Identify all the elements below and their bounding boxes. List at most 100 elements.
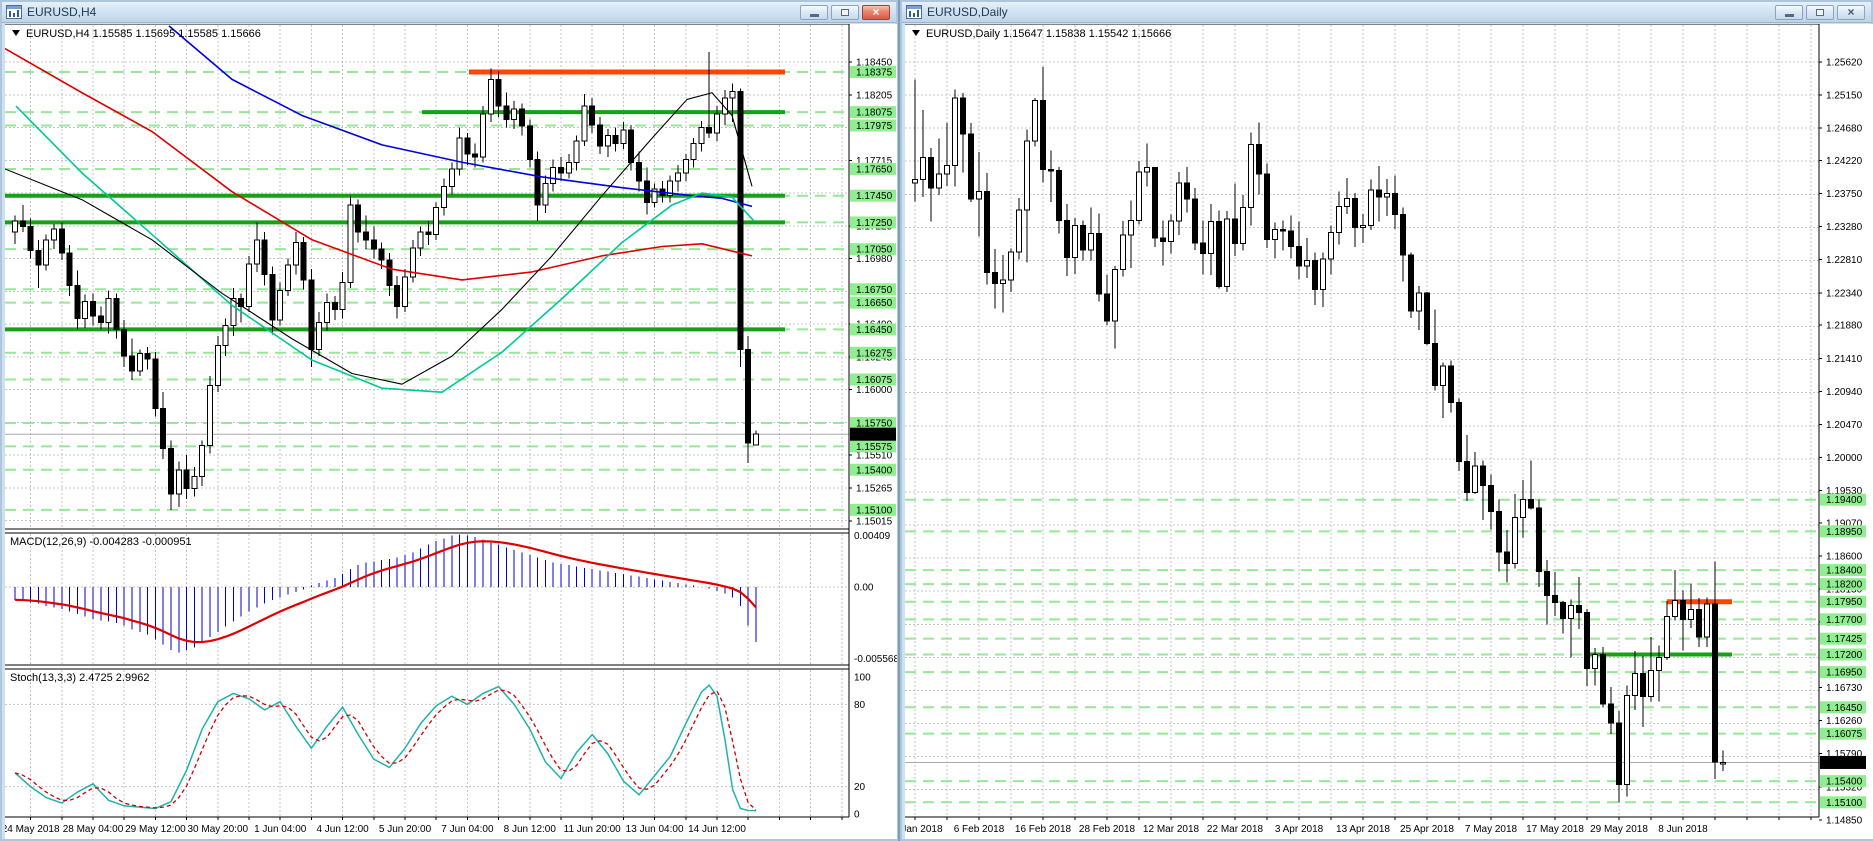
level-price-label: 1.15100 <box>1826 798 1863 809</box>
time-label: 12 Mar 2018 <box>1143 824 1200 835</box>
level-price-label: 1.16750 <box>856 285 893 296</box>
chart-window-icon <box>906 5 922 19</box>
price-label: 1.24680 <box>1826 124 1863 135</box>
time-label: 22 Mar 2018 <box>1207 824 1264 835</box>
price-label: 1.20940 <box>1826 387 1863 398</box>
legend-ohlc: EURUSD,H4 1.15585 1.15695 1.15585 1.1566… <box>26 28 261 40</box>
time-label: 7 Jun 04:00 <box>441 824 494 835</box>
price-label: 1.22810 <box>1826 255 1863 266</box>
time-label: 4 Jun 12:00 <box>316 824 369 835</box>
level-price-label: 1.18200 <box>1826 580 1863 591</box>
level-price-label: 1.18400 <box>1826 566 1863 577</box>
price-label: 1.20000 <box>1826 453 1863 464</box>
chart-window-daily: EURUSD,Daily × 1.25620 1.25150 1.24680 1.24… <box>899 0 1873 841</box>
svg-text:0.00: 0.00 <box>854 583 874 594</box>
level-price-label: 1.16450 <box>1826 703 1863 714</box>
price-label: 1.16730 <box>1826 683 1863 694</box>
level-price-label: 1.16075 <box>1826 729 1863 740</box>
level-price-label: 1.17700 <box>1826 615 1863 626</box>
time-label: 24 May 2018 <box>5 824 60 835</box>
price-label: 1.16000 <box>856 385 893 396</box>
close-button[interactable]: × <box>1837 4 1865 20</box>
time-label: 29 May 12:00 <box>125 824 186 835</box>
time-label: 6 Feb 2018 <box>954 824 1005 835</box>
current-price-tag: 1.15666 <box>1826 758 1863 769</box>
level-price-label: 1.17250 <box>856 218 893 229</box>
minimize-icon <box>1784 13 1794 17</box>
price-label: 1.21410 <box>1826 354 1863 365</box>
chart-background <box>905 24 1873 839</box>
svg-text:100: 100 <box>854 673 871 684</box>
svg-text:20: 20 <box>854 782 866 793</box>
price-axis: 1.184501.182051.177151.172251.169801.164… <box>849 58 896 528</box>
restore-icon <box>1816 8 1824 16</box>
time-label: 7 May 2018 <box>1465 824 1518 835</box>
close-icon: × <box>1847 5 1855 19</box>
level-price-label: 1.15400 <box>856 465 893 476</box>
level-price-label: 1.17650 <box>856 164 893 175</box>
chart-window-icon <box>6 5 22 19</box>
close-icon: × <box>872 5 880 19</box>
time-label: 28 May 04:00 <box>63 824 124 835</box>
chart-window-h4: EURUSD,H4 × MACD(12,26,9) -0.004283 -0.0… <box>0 0 899 841</box>
chart-legend: EURUSD,Daily 1.15647 1.15838 1.15542 1.1… <box>912 28 1171 40</box>
level-price-label: 1.17050 <box>856 245 893 256</box>
time-label: 25 Apr 2018 <box>1400 824 1454 835</box>
macd-label: MACD(12,26,9) -0.004283 -0.000951 <box>10 536 192 548</box>
price-label: 1.24220 <box>1826 156 1863 167</box>
price-label: 1.18205 <box>856 90 893 101</box>
current-price-tag: 1.15666 <box>856 430 893 441</box>
svg-text:0: 0 <box>854 810 860 821</box>
titlebar-h4[interactable]: EURUSD,H4 × <box>2 2 896 23</box>
time-label: 1 Jun 04:00 <box>254 824 307 835</box>
price-label: 1.25150 <box>1826 91 1863 102</box>
level-price-label: 1.17200 <box>1826 650 1863 661</box>
level-price-label: 1.15575 <box>856 442 893 453</box>
window-title: EURUSD,H4 <box>27 5 97 19</box>
desktop: { "app": {"width": 1873, "height": 837},… <box>0 0 1873 841</box>
svg-text:80: 80 <box>854 700 866 711</box>
level-price-label: 1.17975 <box>856 121 893 132</box>
level-price-label: 1.17950 <box>1826 597 1863 608</box>
restore-button[interactable] <box>831 4 859 20</box>
price-label: 1.20470 <box>1826 420 1863 431</box>
level-price-label: 1.16275 <box>856 348 893 359</box>
price-label: 1.23750 <box>1826 189 1863 200</box>
h4-chart-canvas[interactable]: MACD(12,26,9) -0.004283 -0.000951 Stoch(1… <box>5 24 897 839</box>
time-label: 13 Jun 04:00 <box>626 824 684 835</box>
level-price-label: 1.16075 <box>856 375 893 386</box>
titlebar-daily[interactable]: EURUSD,Daily × <box>902 2 1871 23</box>
stoch-label: Stoch(13,3,3) 2.4725 2.9962 <box>10 672 149 684</box>
level-price-label: 1.17450 <box>856 191 893 202</box>
time-label: 3 Apr 2018 <box>1275 824 1324 835</box>
minimize-button[interactable] <box>1775 4 1803 20</box>
level-price-label: 1.16950 <box>1826 668 1863 679</box>
time-label: 5 Jun 20:00 <box>379 824 432 835</box>
price-label: 1.23280 <box>1826 222 1863 233</box>
time-label: 8 Jun 2018 <box>1658 824 1708 835</box>
restore-icon <box>841 8 849 16</box>
time-label: 28 Feb 2018 <box>1079 824 1136 835</box>
time-label: 13 Apr 2018 <box>1336 824 1390 835</box>
level-price-label: 1.17425 <box>1826 634 1863 645</box>
level-price-label: 1.18375 <box>856 68 893 79</box>
level-price-label: 1.16650 <box>856 298 893 309</box>
window-title: EURUSD,Daily <box>927 5 1008 19</box>
level-price-label: 1.19400 <box>1826 495 1863 506</box>
restore-button[interactable] <box>1806 4 1834 20</box>
time-label: 17 May 2018 <box>1526 824 1584 835</box>
time-label: 25 Jan 2018 <box>905 824 943 835</box>
price-label: 1.14850 <box>1826 815 1863 826</box>
level-price-label: 1.18950 <box>1826 527 1863 538</box>
minimize-button[interactable] <box>800 4 828 20</box>
daily-chart-canvas[interactable]: 1.25620 1.25150 1.24680 1.24220 1.23750 1.232… <box>905 24 1873 839</box>
price-label: 1.16980 <box>856 254 893 265</box>
price-label: 1.16260 <box>1826 716 1863 727</box>
close-button[interactable]: × <box>862 4 890 20</box>
price-label: 1.22340 <box>1826 288 1863 299</box>
price-label: 1.15015 <box>856 517 893 528</box>
svg-text:0.00409: 0.00409 <box>854 531 891 542</box>
time-label: 30 May 20:00 <box>187 824 248 835</box>
legend-ohlc: EURUSD,Daily 1.15647 1.15838 1.15542 1.1… <box>926 28 1171 40</box>
time-label: 8 Jun 12:00 <box>504 824 557 835</box>
